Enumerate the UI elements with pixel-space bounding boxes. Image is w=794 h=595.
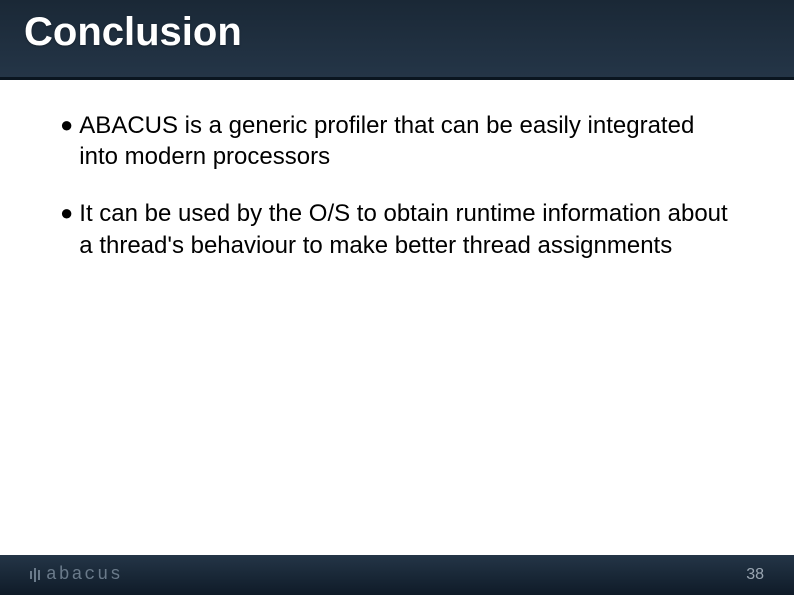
bullet-text: It can be used by the O/S to obtain runt…	[79, 198, 734, 260]
bullet-icon: ●	[60, 198, 73, 228]
bullet-icon: ●	[60, 110, 73, 140]
bullet-item: ● ABACUS is a generic profiler that can …	[60, 110, 734, 172]
footer-logo-text: abacus	[46, 565, 123, 585]
footer-logo: abacus	[30, 565, 123, 585]
page-number: 38	[746, 566, 764, 584]
slide-header: Conclusion	[0, 0, 794, 80]
bullet-text: ABACUS is a generic profiler that can be…	[79, 110, 734, 172]
bullet-item: ● It can be used by the O/S to obtain ru…	[60, 198, 734, 260]
slide: Conclusion ● ABACUS is a generic profile…	[0, 0, 794, 595]
slide-title: Conclusion	[24, 10, 770, 54]
slide-footer: abacus 38	[0, 555, 794, 595]
slide-content: ● ABACUS is a generic profiler that can …	[0, 80, 794, 261]
